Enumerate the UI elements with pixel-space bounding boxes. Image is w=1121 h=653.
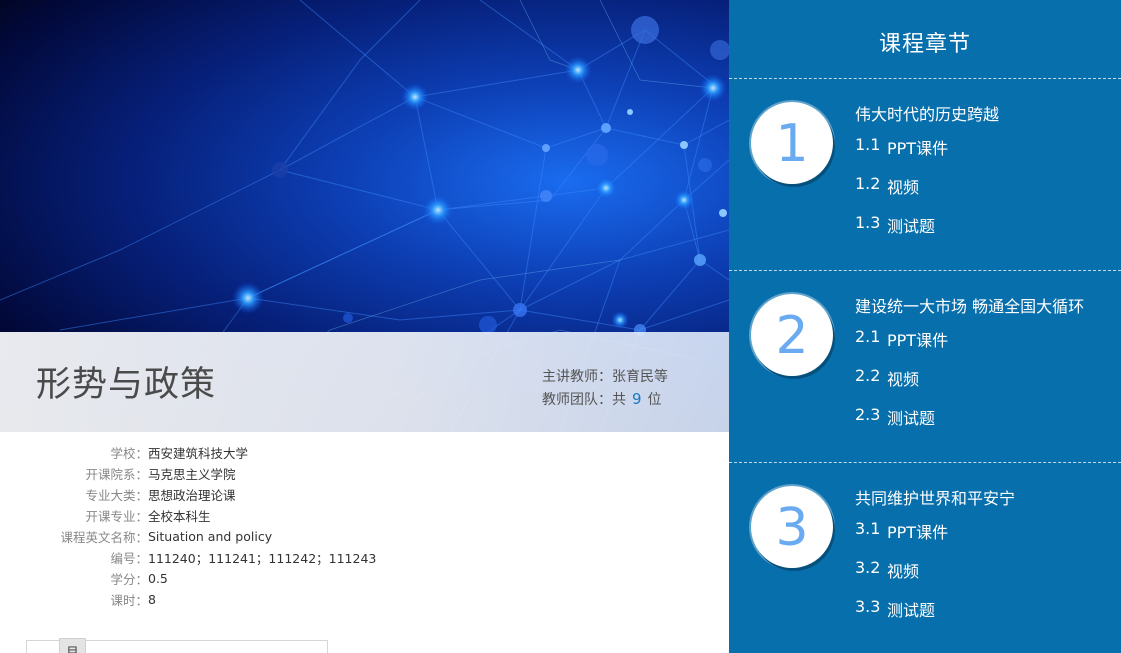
- info-label: 专业大类：: [85, 488, 148, 503]
- tab-catalog[interactable]: 目: [59, 638, 86, 653]
- chapter-item-video[interactable]: 2.2 视频: [855, 366, 919, 390]
- item-number: 3.3: [855, 597, 881, 616]
- item-number: 1.3: [855, 213, 881, 232]
- chapter-title[interactable]: 建设统一大市场 畅通全国大循环: [855, 293, 1084, 317]
- team-suffix: 位: [647, 392, 662, 408]
- item-number: 3.1: [855, 519, 881, 538]
- info-row-hours: 课时： 8: [0, 589, 729, 610]
- chapter-item-quiz[interactable]: 2.3 测试题: [855, 405, 935, 429]
- info-label: 课时：: [110, 593, 148, 608]
- info-label: 学校：: [110, 446, 148, 461]
- item-number: 1.1: [855, 135, 881, 154]
- chapter-title[interactable]: 共同维护世界和平安宁: [855, 485, 1015, 509]
- chapter-item-quiz[interactable]: 1.3 测试题: [855, 213, 935, 237]
- info-row-major: 开课专业： 全校本科生: [0, 505, 729, 526]
- divider: [729, 270, 1121, 271]
- chapter-item-ppt[interactable]: 3.1 PPT课件: [855, 519, 948, 543]
- info-row-code: 编号： 111240；111241；111242；111243: [0, 547, 729, 568]
- chapter-1: 1 伟大时代的历史跨越 1.1 PPT课件 1.2 视频 1.3 测试题: [729, 80, 1121, 270]
- chapter-number-badge: 2: [751, 294, 833, 376]
- info-value: 全校本科生: [148, 509, 211, 524]
- chapter-item-video[interactable]: 3.2 视频: [855, 558, 919, 582]
- info-row-credits: 学分： 0.5: [0, 568, 729, 589]
- teacher-team: 教师团队：共 9 位: [542, 388, 668, 411]
- chapter-3: 3 共同维护世界和平安宁 3.1 PPT课件 3.2 视频 3.3 测试题: [729, 464, 1121, 653]
- course-info-list: 学校： 西安建筑科技大学 开课院系： 马克思主义学院 专业大类： 思想政治理论课…: [0, 442, 729, 610]
- team-count[interactable]: 9: [632, 390, 642, 408]
- chapter-item-video[interactable]: 1.2 视频: [855, 174, 919, 198]
- info-value: 111240；111241；111242；111243: [148, 551, 377, 566]
- chapter-item-quiz[interactable]: 3.3 测试题: [855, 597, 935, 621]
- item-number: 1.2: [855, 174, 881, 193]
- chapter-number: 2: [775, 306, 809, 366]
- chapter-number: 3: [775, 498, 809, 558]
- item-label[interactable]: PPT课件: [887, 327, 948, 351]
- divider: [729, 78, 1121, 79]
- info-label: 开课专业：: [85, 509, 148, 524]
- chapter-number-badge: 1: [751, 102, 833, 184]
- chapter-item-ppt[interactable]: 2.1 PPT课件: [855, 327, 948, 351]
- item-label[interactable]: PPT课件: [887, 519, 948, 543]
- teacher-info: 主讲教师：张育民等 教师团队：共 9 位: [542, 366, 668, 411]
- lead-teacher: 主讲教师：张育民等: [542, 369, 668, 385]
- item-number: 2.1: [855, 327, 881, 346]
- item-label[interactable]: 测试题: [887, 405, 935, 429]
- info-row-english-name: 课程英文名称： Situation and policy: [0, 526, 729, 547]
- info-label: 课程英文名称：: [60, 530, 148, 545]
- chapter-panel: 课程章节 1 伟大时代的历史跨越 1.1 PPT课件 1.2 视频 1.3 测试…: [729, 0, 1121, 653]
- chapter-title[interactable]: 伟大时代的历史跨越: [855, 101, 999, 125]
- info-row-department: 开课院系： 马克思主义学院: [0, 463, 729, 484]
- info-value: 0.5: [148, 571, 168, 586]
- info-label: 学分：: [110, 572, 148, 587]
- info-value: 马克思主义学院: [148, 467, 236, 482]
- item-number: 2.2: [855, 366, 881, 385]
- chapter-2: 2 建设统一大市场 畅通全国大循环 2.1 PPT课件 2.2 视频 2.3 测…: [729, 272, 1121, 462]
- item-number: 3.2: [855, 558, 881, 577]
- team-prefix: 教师团队：共: [542, 392, 626, 408]
- info-value: 8: [148, 592, 156, 607]
- item-number: 2.3: [855, 405, 881, 424]
- item-label[interactable]: 视频: [887, 174, 919, 198]
- panel-title: 课程章节: [878, 32, 971, 57]
- divider: [729, 462, 1121, 463]
- chapter-number-badge: 3: [751, 486, 833, 568]
- info-value: 西安建筑科技大学: [148, 446, 249, 461]
- info-value: 思想政治理论课: [148, 488, 236, 503]
- item-label[interactable]: 视频: [887, 366, 919, 390]
- chapter-number: 1: [775, 114, 809, 174]
- info-label: 编号：: [110, 551, 148, 566]
- course-title: 形势与政策: [36, 365, 217, 405]
- info-row-category: 专业大类： 思想政治理论课: [0, 484, 729, 505]
- item-label[interactable]: PPT课件: [887, 135, 948, 159]
- chapter-item-ppt[interactable]: 1.1 PPT课件: [855, 135, 948, 159]
- info-row-school: 学校： 西安建筑科技大学: [0, 442, 729, 463]
- item-label[interactable]: 测试题: [887, 213, 935, 237]
- info-value: Situation and policy: [148, 529, 273, 544]
- item-label[interactable]: 视频: [887, 558, 919, 582]
- item-label[interactable]: 测试题: [887, 597, 935, 621]
- info-label: 开课院系：: [85, 467, 148, 482]
